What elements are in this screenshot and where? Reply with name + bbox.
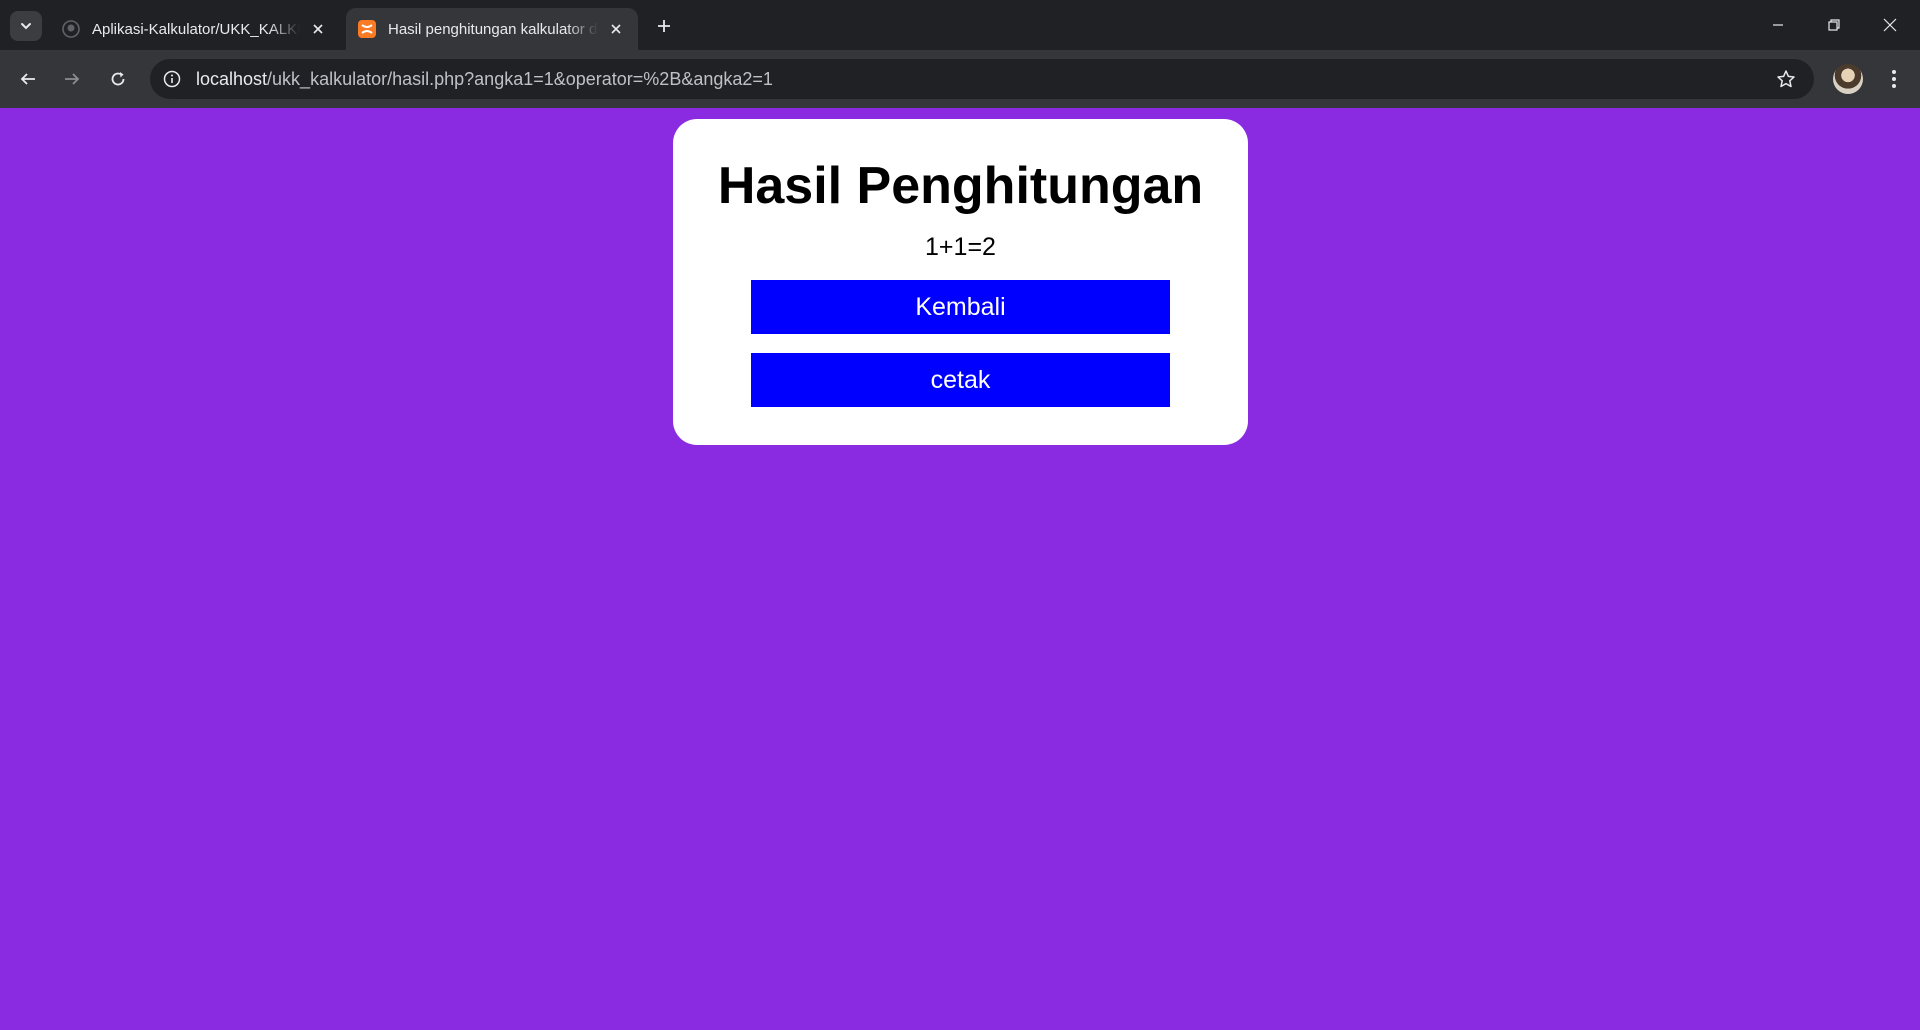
result-card: Hasil Penghitungan 1+1=2 Kembali cetak bbox=[673, 119, 1248, 445]
url-host: localhost bbox=[196, 68, 268, 89]
minimize-button[interactable] bbox=[1750, 0, 1806, 50]
close-icon[interactable] bbox=[308, 19, 328, 39]
plus-icon bbox=[658, 20, 670, 32]
close-icon[interactable] bbox=[606, 19, 626, 39]
browser-menu-button[interactable] bbox=[1878, 63, 1910, 95]
tab-hasil[interactable]: Hasil penghitungan kalkulator dan cetak bbox=[346, 8, 638, 50]
close-icon bbox=[1883, 18, 1897, 32]
back-button-kembali[interactable]: Kembali bbox=[751, 280, 1170, 334]
more-vertical-icon bbox=[1892, 70, 1896, 88]
minimize-icon bbox=[1773, 24, 1783, 26]
arrow-left-icon bbox=[20, 73, 35, 85]
reload-icon bbox=[111, 72, 125, 86]
tab-title: Hasil penghitungan kalkulator dan cetak bbox=[388, 20, 598, 38]
calculation-result: 1+1=2 bbox=[925, 233, 996, 261]
browser-toolbar: localhost/ukk_kalkulator/hasil.php?angka… bbox=[0, 50, 1920, 108]
tab-title: Aplikasi-Kalkulator/UKK_KALKULATOR bbox=[92, 20, 300, 38]
page-title: Hasil Penghitungan bbox=[717, 157, 1204, 215]
address-bar[interactable]: localhost/ukk_kalkulator/hasil.php?angka… bbox=[150, 59, 1814, 99]
github-icon bbox=[62, 20, 80, 38]
close-window-button[interactable] bbox=[1862, 0, 1918, 50]
info-icon[interactable] bbox=[154, 61, 190, 97]
print-button[interactable]: cetak bbox=[751, 353, 1170, 407]
chevron-down-icon bbox=[21, 23, 31, 30]
reload-button[interactable] bbox=[102, 63, 134, 95]
browser-tab-bar: Aplikasi-Kalkulator/UKK_KALKULATOR Hasil… bbox=[0, 0, 1920, 50]
xampp-icon bbox=[358, 20, 376, 38]
new-tab-button[interactable] bbox=[650, 12, 678, 40]
forward-button[interactable] bbox=[56, 63, 88, 95]
url-text: localhost/ukk_kalkulator/hasil.php?angka… bbox=[196, 69, 773, 90]
tab-github[interactable]: Aplikasi-Kalkulator/UKK_KALKULATOR bbox=[50, 8, 340, 50]
profile-avatar[interactable] bbox=[1833, 64, 1863, 94]
url-path: /ukk_kalkulator/hasil.php?angka1=1&opera… bbox=[267, 68, 773, 89]
restore-button[interactable] bbox=[1806, 0, 1862, 50]
restore-icon bbox=[1828, 19, 1840, 31]
bookmark-star-icon[interactable] bbox=[1774, 67, 1798, 91]
arrow-right-icon bbox=[65, 73, 80, 85]
back-button[interactable] bbox=[12, 63, 44, 95]
tab-search-button[interactable] bbox=[10, 11, 42, 41]
